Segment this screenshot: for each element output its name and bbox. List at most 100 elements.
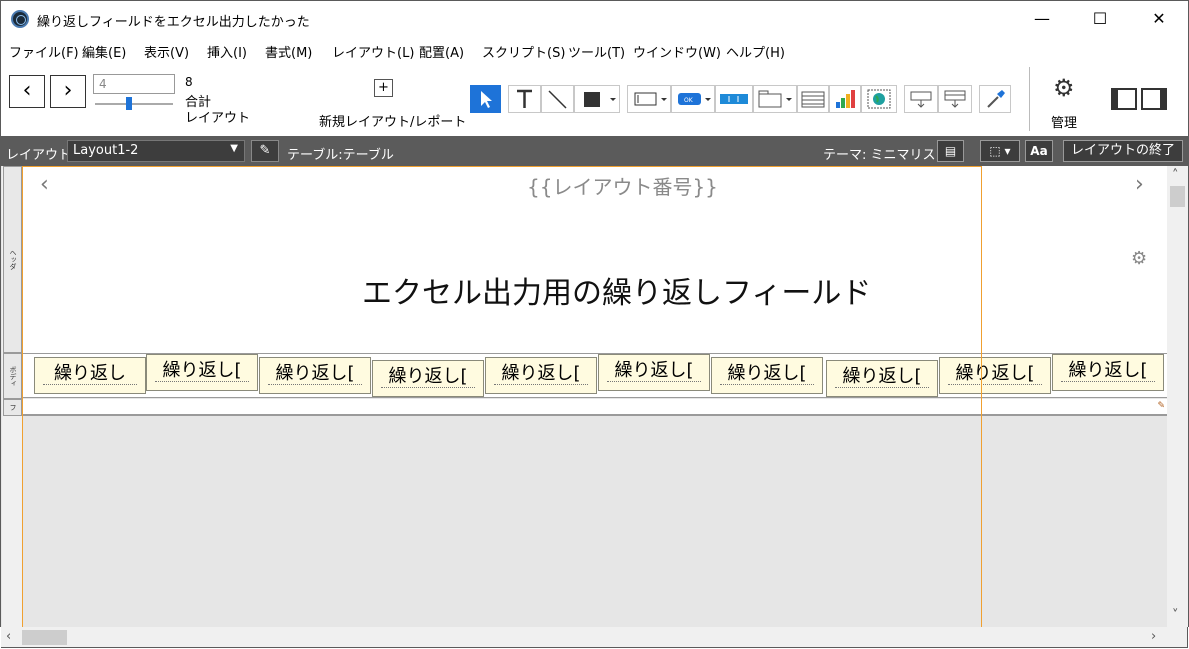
title-bar: 繰り返しフィールドをエクセル出力したかった — ☐ ✕ (0, 0, 1189, 38)
pointer-icon (481, 91, 492, 108)
chevron-right-icon: › (63, 78, 73, 103)
pointer-tool[interactable] (470, 85, 501, 113)
menu-insert[interactable]: 挿入(I) (207, 42, 247, 61)
menu-arrange[interactable]: 配置(A) (419, 42, 464, 61)
gear-icon[interactable]: ⚙ (1053, 76, 1075, 100)
menu-layout[interactable]: レイアウト(L) (332, 42, 414, 61)
part-tab-body[interactable]: ボディ (3, 353, 22, 399)
repeating-field[interactable]: 繰り返し[ (598, 354, 710, 391)
repeating-field[interactable]: 繰り返し[ (711, 357, 823, 394)
rectangle-icon (584, 92, 616, 107)
button-bar-tool[interactable] (715, 85, 753, 113)
record-number-input[interactable]: 4 (93, 74, 175, 94)
record-slider[interactable] (95, 103, 173, 105)
right-pane-toggle[interactable] (1141, 88, 1167, 110)
guide-right[interactable] (981, 166, 982, 627)
layout-dropdown[interactable]: Layout1-2 ▼ (67, 140, 245, 162)
header-part[interactable]: ‹ {{レイアウト番号}} › ⚙ エクセル出力用の繰り返しフィールド (22, 166, 1168, 353)
text-icon (517, 89, 532, 108)
field-tool[interactable] (627, 85, 671, 113)
menu-edit[interactable]: 編集(E) (82, 42, 126, 61)
shape-tool[interactable] (574, 85, 620, 113)
layout-number-symbol[interactable]: {{レイアウト番号}} (527, 171, 718, 200)
chevron-left-icon[interactable]: ‹ (6, 629, 11, 644)
chevron-left-icon[interactable]: ‹ (40, 172, 49, 197)
close-button[interactable]: ✕ (1130, 1, 1188, 39)
guide-top (22, 166, 981, 167)
tab-control-icon (758, 90, 792, 108)
text-tool[interactable] (508, 85, 541, 113)
part-tab-footer[interactable]: フ (3, 399, 22, 416)
prev-button[interactable]: ‹ (9, 75, 45, 108)
tab-control-tool[interactable] (753, 85, 797, 113)
button-icon: OK (678, 93, 711, 105)
part-rail: ヘッダ ボディ フ (2, 166, 22, 627)
new-layout-button[interactable]: 新規レイアウト/レポート (319, 111, 466, 130)
theme-button[interactable]: ▤ (937, 140, 964, 162)
text-style-button[interactable]: Aa (1025, 140, 1053, 162)
grid-dropdown[interactable]: ⬚ ▾ (980, 140, 1020, 162)
line-icon (548, 90, 567, 109)
chevron-down-icon: ▼ (230, 143, 238, 154)
gear-icon[interactable]: ⚙ (1131, 248, 1147, 269)
popover-tool[interactable] (938, 85, 972, 113)
menu-window[interactable]: ウインドウ(W) (633, 42, 721, 61)
chart-tool[interactable] (829, 85, 861, 113)
slide-control-tool[interactable] (904, 85, 938, 113)
menu-bar: ファイル(F) 編集(E) 表示(V) 挿入(I) 書式(M) レイアウト(L)… (0, 38, 1189, 62)
repeating-field[interactable]: 繰り返し[ (485, 357, 597, 394)
chevron-right-icon[interactable]: › (1151, 629, 1156, 644)
format-painter-tool[interactable] (979, 85, 1011, 113)
button-tool[interactable]: OK (671, 85, 715, 113)
repeating-field[interactable]: 繰り返し[ (372, 360, 484, 397)
vertical-scrollbar[interactable]: ˄ ˅ (1167, 166, 1188, 627)
toolbar-divider (1029, 67, 1030, 131)
edit-layout-button[interactable]: ✎ (251, 140, 279, 162)
repeating-field[interactable]: 繰り返し[ (1052, 354, 1164, 391)
web-viewer-tool[interactable] (861, 85, 897, 113)
layout-title-text[interactable]: エクセル出力用の繰り返しフィールド (362, 268, 871, 312)
body-part[interactable]: 繰り返し 繰り返し[ 繰り返し[ 繰り返し[ 繰り返し[ 繰り返し[ 繰り返し[… (22, 353, 1168, 398)
part-tab-header[interactable]: ヘッダ (3, 166, 22, 353)
paint-icon: ✎ (1157, 401, 1165, 411)
horizontal-scrollbar[interactable]: ‹ › (1, 627, 1167, 648)
menu-help[interactable]: ヘルプ(H) (726, 42, 785, 61)
exit-layout-button[interactable]: レイアウトの終了 (1063, 140, 1183, 162)
layout-canvas[interactable]: ヘッダ ボディ フ ‹ {{レイアウト番号}} › ⚙ エクセル出力用の繰り返し… (0, 166, 1189, 627)
repeating-field[interactable]: 繰り返し (34, 357, 146, 394)
footer-part[interactable]: ✎ (22, 399, 1168, 416)
repeating-field[interactable]: 繰り返し[ (826, 360, 938, 397)
menu-format[interactable]: 書式(M) (265, 42, 312, 61)
chevron-down-icon[interactable]: ˅ (1172, 608, 1179, 623)
menu-tools[interactable]: ツール(T) (568, 42, 625, 61)
horizontal-scroll-thumb[interactable] (22, 630, 67, 645)
menu-file[interactable]: ファイル(F) (9, 42, 79, 61)
chevron-right-icon[interactable]: › (1135, 172, 1144, 197)
grid-icon: ⬚ ▾ (989, 144, 1011, 158)
svg-text:OK: OK (684, 97, 694, 104)
eyedropper-icon (987, 90, 1005, 108)
repeating-field[interactable]: 繰り返し[ (146, 354, 258, 391)
maximize-button[interactable]: ☐ (1071, 1, 1129, 39)
new-layout-icon[interactable]: + (374, 79, 393, 97)
menu-scripts[interactable]: スクリプト(S) (482, 42, 565, 61)
menu-view[interactable]: 表示(V) (144, 42, 189, 61)
line-tool[interactable] (541, 85, 574, 113)
minimize-button[interactable]: — (1013, 1, 1071, 39)
left-pane-toggle[interactable] (1111, 88, 1137, 110)
manage-button[interactable]: 管理 (1051, 112, 1077, 131)
record-slider-thumb[interactable] (126, 97, 132, 110)
guide-left (22, 166, 23, 627)
next-button[interactable]: › (50, 75, 86, 108)
repeating-field[interactable]: 繰り返し[ (939, 357, 1051, 394)
window-title: 繰り返しフィールドをエクセル出力したかった (37, 15, 310, 30)
field-icon (634, 92, 667, 106)
portal-tool[interactable] (797, 85, 829, 113)
toolbar: ‹ › 4 8 合計 レイアウト + 新規レイアウト/レポート OK ⚙ 管理 (0, 62, 1189, 136)
table-label: テーブル:テーブル (287, 148, 394, 163)
button-bar-icon (720, 94, 748, 104)
app-icon (11, 10, 29, 28)
vertical-scroll-thumb[interactable] (1170, 186, 1185, 207)
chevron-up-icon[interactable]: ˄ (1172, 168, 1179, 183)
repeating-field[interactable]: 繰り返し[ (259, 357, 371, 394)
